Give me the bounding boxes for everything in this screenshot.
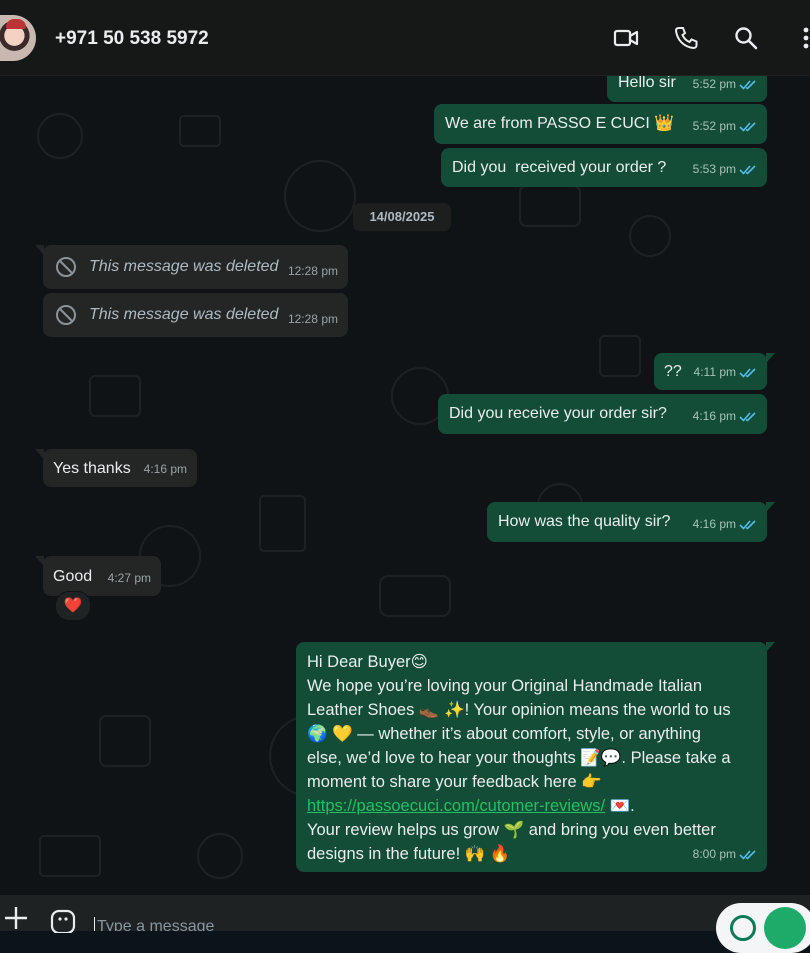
read-receipt-icon xyxy=(739,122,756,133)
contact-name[interactable]: +971 50 538 5972 xyxy=(55,28,209,50)
contact-avatar[interactable] xyxy=(0,15,36,61)
message-time: 4:11 pm xyxy=(693,365,736,379)
message-text: Yes thanks xyxy=(53,460,131,477)
emoji-button[interactable] xyxy=(730,915,756,941)
read-receipt-icon xyxy=(739,80,756,91)
message-bubble[interactable]: Hello sir 5:52 pm xyxy=(607,76,767,102)
message-composer: Type a message xyxy=(0,895,810,953)
message-time: 5:53 pm xyxy=(692,162,736,176)
message-text: Did you receive your order sir? xyxy=(449,405,667,422)
search-icon[interactable] xyxy=(732,24,760,52)
message-bubble[interactable]: Did you receive your order sir? 4:16 pm xyxy=(438,394,767,434)
message-text: Did you received your order ? xyxy=(452,159,667,176)
message-bubble[interactable]: Good 4:27 pm xyxy=(35,556,161,596)
deleted-message-icon xyxy=(56,257,76,277)
message-time: 4:27 pm xyxy=(107,571,151,585)
message-time: 4:16 pm xyxy=(692,409,736,423)
message-time: 5:52 pm xyxy=(692,119,736,133)
read-receipt-icon xyxy=(739,368,756,379)
read-receipt-icon xyxy=(739,165,756,176)
video-call-icon[interactable] xyxy=(612,24,640,52)
date-chip: 14/08/2025 xyxy=(353,203,451,231)
voice-send-buttons xyxy=(716,903,810,953)
read-receipt-icon xyxy=(739,520,756,531)
message-bubble[interactable]: We are from PASSO E CUCI 👑 5:52 pm xyxy=(434,104,767,144)
attach-plus-icon[interactable] xyxy=(2,901,30,929)
reaction-badge[interactable]: ❤️ xyxy=(55,591,91,621)
message-bubble[interactable]: This message was deleted 12:28 pm xyxy=(35,245,348,289)
message-bubble[interactable]: ?? 4:11 pm xyxy=(654,353,775,390)
message-time: 4:16 pm xyxy=(692,517,736,531)
message-text: We are from PASSO E CUCI 👑 xyxy=(445,115,675,132)
send-button[interactable] xyxy=(764,907,806,949)
message-text: Hi Dear Buyer😊 We hope you’re loving you… xyxy=(307,653,731,863)
review-link[interactable]: https://passoecuci.com/cutomer-reviews/ xyxy=(307,797,605,815)
chat-header: +971 50 538 5972 xyxy=(0,0,810,76)
message-bubble[interactable]: Did you received your order ? 5:53 pm xyxy=(441,148,767,187)
message-text: How was the quality sir? xyxy=(498,513,671,530)
message-text: This message was deleted xyxy=(89,258,279,275)
chat-area[interactable]: Hello sir 5:52 pm We are from PASSO E CU… xyxy=(0,76,810,895)
message-text: Good xyxy=(53,568,93,585)
read-receipt-icon xyxy=(739,412,756,423)
message-input[interactable]: Type a message xyxy=(94,917,214,931)
deleted-message-icon xyxy=(56,305,76,325)
message-time: 12:28 pm xyxy=(287,312,338,326)
message-time: 12:28 pm xyxy=(287,264,338,278)
message-text: ?? xyxy=(664,363,682,380)
sticker-icon[interactable] xyxy=(50,907,76,933)
message-time: 8:00 pm xyxy=(692,847,736,861)
message-time: 5:52 pm xyxy=(692,77,736,91)
message-bubble[interactable]: Hi Dear Buyer😊 We hope you’re loving you… xyxy=(296,642,775,872)
message-text: Hello sir xyxy=(618,76,676,91)
message-bubble[interactable]: How was the quality sir? 4:16 pm xyxy=(487,502,775,542)
message-time: 4:16 pm xyxy=(143,462,187,476)
read-receipt-icon xyxy=(739,850,756,861)
message-bubble[interactable]: Yes thanks 4:16 pm xyxy=(35,449,197,487)
more-options-icon[interactable] xyxy=(792,24,810,52)
message-bubble[interactable]: This message was deleted 12:28 pm xyxy=(43,293,348,337)
voice-call-icon[interactable] xyxy=(672,24,700,52)
message-text: This message was deleted xyxy=(89,306,279,323)
